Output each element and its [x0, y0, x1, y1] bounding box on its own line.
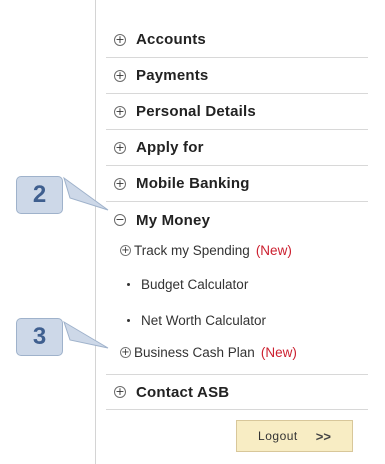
- callout-pointers: [63, 176, 109, 349]
- callout-3: 3: [16, 318, 63, 356]
- callout-2: 2: [16, 176, 63, 214]
- callout-2-pointer: [63, 176, 109, 211]
- callout-3-pointer: [63, 320, 109, 349]
